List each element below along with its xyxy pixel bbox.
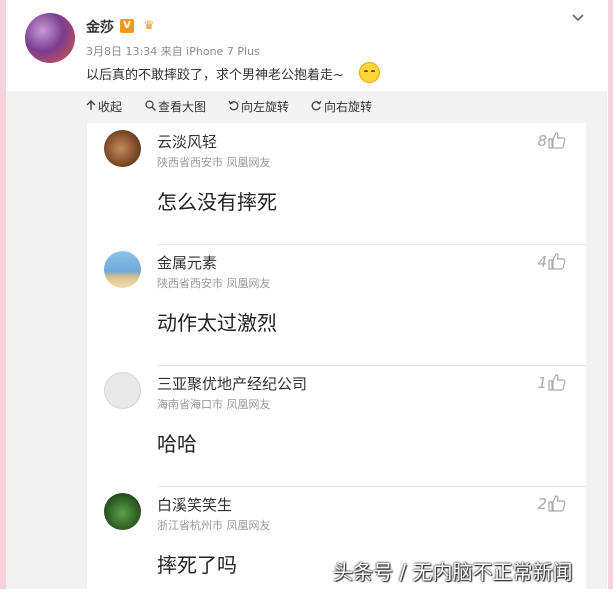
comment-text: 动作太过激烈: [157, 311, 277, 335]
avatar: [104, 493, 141, 530]
view-large-label: 查看大图: [158, 100, 207, 114]
avatar: [104, 130, 141, 167]
member-crown-icon: ♛: [143, 18, 155, 32]
avatar: [104, 251, 141, 288]
emoji-icon: [359, 62, 380, 83]
comment-text: 哈哈: [157, 432, 197, 456]
username[interactable]: 金莎: [86, 17, 114, 37]
thumb-up-icon: [548, 495, 566, 512]
comment-author: 金属元素: [157, 254, 218, 272]
like-number: 4: [537, 253, 547, 271]
like-count: 2: [537, 495, 566, 513]
comment-location: 海南省海口市 凤凰网友: [157, 398, 271, 411]
rotate-left-button[interactable]: 向左旋转: [228, 98, 289, 115]
divider: [157, 244, 586, 245]
right-border: [608, 0, 613, 589]
list-item: 云淡风轻 陕西省西安市 凤凰网友 怎么没有摔死 8: [87, 123, 586, 244]
avatar: [104, 372, 141, 409]
comment-location: 陕西省西安市 凤凰网友: [157, 156, 271, 169]
list-item: 三亚聚优地产经纪公司 海南省海口市 凤凰网友 哈哈 1: [87, 365, 586, 486]
comment-author: 云淡风轻: [157, 133, 218, 151]
divider: [157, 486, 586, 487]
comment-location: 陕西省西安市 凤凰网友: [157, 277, 271, 290]
list-item: 金属元素 陕西省西安市 凤凰网友 动作太过激烈 4: [87, 244, 586, 365]
rotate-right-icon: [311, 100, 322, 111]
comment-text: 摔死了吗: [157, 553, 237, 577]
view-large-button[interactable]: 查看大图: [145, 98, 206, 115]
collapse-icon: [86, 100, 96, 110]
image-toolbar: 收起 查看大图 向左旋转 向右旋转: [6, 91, 607, 121]
post-image[interactable]: 云淡风轻 陕西省西安市 凤凰网友 怎么没有摔死 8 金属元素 陕西省西安市 凤凰…: [87, 123, 586, 589]
collapse-label: 收起: [98, 100, 123, 114]
watermark: 头条号 / 无内脑不正常新闻: [333, 560, 573, 584]
search-icon: [145, 100, 156, 111]
divider: [157, 365, 586, 366]
collapse-button[interactable]: 收起: [86, 98, 122, 115]
post-text: 以后真的不敢摔跤了，求个男神老公抱着走~: [86, 68, 344, 83]
avatar[interactable]: [25, 13, 75, 63]
like-count: 8: [537, 132, 566, 150]
like-number: 1: [537, 374, 547, 392]
rotate-right-label: 向右旋转: [324, 100, 373, 114]
like-count: 1: [537, 374, 566, 392]
like-count: 4: [537, 253, 566, 271]
thumb-up-icon: [548, 132, 566, 149]
vip-badge-icon: V: [120, 19, 134, 33]
thumb-up-icon: [548, 374, 566, 391]
comment-author: 三亚聚优地产经纪公司: [157, 375, 308, 393]
like-number: 8: [537, 132, 547, 150]
rotate-left-label: 向左旋转: [241, 100, 290, 114]
like-number: 2: [537, 495, 547, 513]
rotate-left-icon: [228, 100, 239, 111]
rotate-right-button[interactable]: 向右旋转: [311, 98, 372, 115]
comment-text: 怎么没有摔死: [157, 190, 277, 214]
post-meta: 3月8日 13:34 来自 iPhone 7 Plus: [86, 45, 260, 58]
media-panel: 收起 查看大图 向左旋转 向右旋转 云淡风轻 陕西省西安市 凤凰网友 怎么没有摔…: [6, 91, 607, 589]
comment-author: 白溪笑笑生: [157, 496, 233, 514]
comment-location: 浙江省杭州市 凤凰网友: [157, 519, 271, 532]
chevron-down-icon[interactable]: [571, 11, 585, 25]
thumb-up-icon: [548, 253, 566, 270]
